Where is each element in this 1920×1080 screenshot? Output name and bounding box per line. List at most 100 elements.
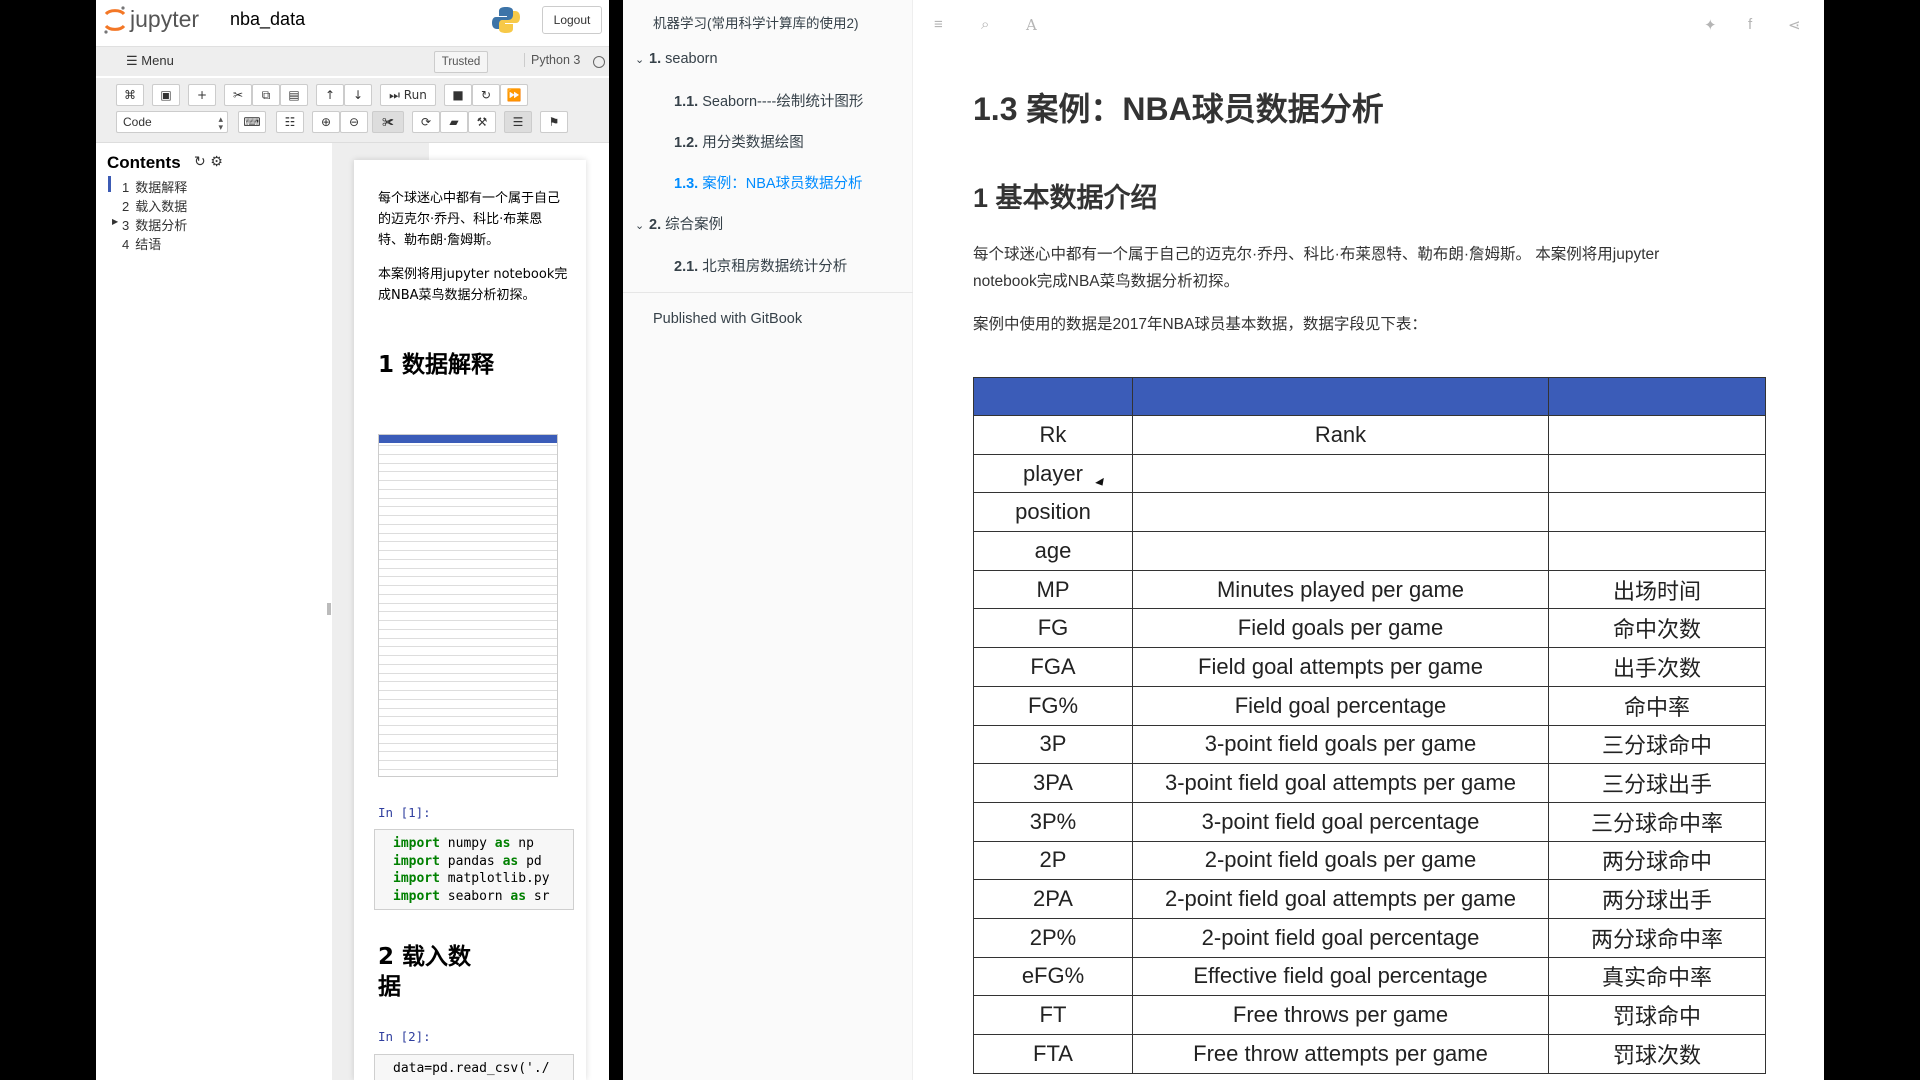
table-body: Rk Rank player position age MP Minutes played … bbox=[973, 415, 1766, 1074]
stop-icon[interactable]: ■ bbox=[444, 84, 472, 106]
table-cell: 三分球命中 bbox=[1548, 724, 1766, 765]
sidebar-item-1-2[interactable]: 1.2. 用分类数据绘图 bbox=[674, 131, 804, 152]
thumbnail-row-line bbox=[379, 663, 557, 665]
code-cell-2[interactable]: data=pd.read_csv('./ bbox=[374, 1054, 574, 1080]
thumbnail-row-line bbox=[379, 672, 557, 674]
chevron-down-icon[interactable]: ⌄ bbox=[635, 219, 649, 232]
code-cell-1[interactable]: import numpy as np import pandas as pd imp… bbox=[374, 829, 574, 910]
toggle-sidebar-icon[interactable]: ≡ bbox=[934, 16, 943, 33]
save-icon[interactable]: ▣ bbox=[152, 84, 180, 106]
hammer-icon[interactable]: ⚑ bbox=[540, 111, 568, 133]
table-cell: position bbox=[973, 492, 1133, 533]
thumbnail-row-line bbox=[379, 681, 557, 683]
jupyter-logo-icon[interactable] bbox=[102, 5, 128, 35]
run-button[interactable]: ⏭ Run bbox=[380, 84, 436, 106]
move-down-icon[interactable]: ↓ bbox=[344, 84, 372, 106]
cell-type-select[interactable]: Code ▴ ▾ bbox=[116, 111, 228, 133]
table-cell: Minutes played per game bbox=[1132, 569, 1549, 610]
toc-resize-handle[interactable] bbox=[327, 603, 331, 615]
command-palette-icon[interactable]: ⌘ bbox=[116, 84, 144, 106]
toc-item-4[interactable]: 4 结语 bbox=[122, 234, 161, 253]
table-cell: FG% bbox=[973, 685, 1133, 726]
keyboard-icon[interactable]: ⌨ bbox=[238, 111, 266, 133]
published-with-gitbook-link[interactable]: Published with GitBook bbox=[653, 311, 802, 327]
paste-icon[interactable]: ▤ bbox=[280, 84, 308, 106]
table-cell: 2-point field goals per game bbox=[1132, 840, 1549, 881]
table-cell: 真实命中率 bbox=[1548, 956, 1766, 997]
facebook-icon[interactable]: f bbox=[1748, 16, 1752, 33]
list-numbered-icon[interactable]: ☷ bbox=[276, 111, 304, 133]
toc-item-label: 结语 bbox=[135, 237, 162, 252]
restart-icon[interactable]: ↻ bbox=[472, 84, 500, 106]
move-up-icon[interactable]: ↑ bbox=[316, 84, 344, 106]
table-cell: eFG% bbox=[973, 956, 1133, 997]
toc-settings-icon[interactable]: ⚙ bbox=[210, 154, 223, 170]
jupyter-header: jupyter nba_data Logout bbox=[96, 0, 609, 42]
table-cell: 罚球次数 bbox=[1548, 1034, 1766, 1074]
menu-button[interactable]: ☰ Menu bbox=[126, 53, 174, 69]
zoom-in-icon[interactable]: ⊕ bbox=[312, 111, 340, 133]
table-cell: FG bbox=[973, 608, 1133, 649]
share-icon[interactable]: ⋖ bbox=[1788, 16, 1801, 34]
python-logo-icon bbox=[492, 7, 520, 33]
chevron-down-icon[interactable]: ⌄ bbox=[635, 53, 649, 66]
thumbnail-row-line bbox=[379, 585, 557, 586]
notebook-name[interactable]: nba_data bbox=[230, 9, 305, 30]
add-cell-icon[interactable]: + bbox=[188, 84, 216, 106]
sidebar-item-label: 用分类数据绘图 bbox=[702, 135, 804, 151]
font-settings-icon[interactable]: A bbox=[1026, 16, 1037, 34]
heading-line: 据 bbox=[378, 974, 401, 1000]
hamburger-icon: ☰ bbox=[126, 53, 138, 68]
twitter-icon[interactable]: ✦ bbox=[1704, 16, 1717, 34]
thumbnail-row-line bbox=[379, 453, 557, 455]
sidebar-item-1-3[interactable]: 1.3. 案例：NBA球员数据分析 bbox=[674, 172, 863, 193]
toc-refresh-icon[interactable]: ↻ bbox=[194, 154, 206, 170]
cut-icon[interactable]: ✂ bbox=[224, 84, 252, 106]
thumbnail-row-line bbox=[379, 576, 557, 578]
jupyter-window: jupyter nba_data Logout ☰ Menu Trusted P… bbox=[96, 0, 609, 1080]
toc-item-label: 数据分析 bbox=[135, 218, 188, 233]
page-title: 1.3 案例：NBA球员数据分析 bbox=[973, 91, 1384, 127]
logout-button[interactable]: Logout bbox=[542, 6, 602, 34]
toc-item-2[interactable]: 2 载入数据 bbox=[122, 196, 187, 215]
table-cell: 3-point field goal percentage bbox=[1132, 801, 1549, 842]
code-line: import seaborn as sr bbox=[393, 888, 550, 904]
thumbnail-row-line bbox=[379, 471, 557, 473]
fast-forward-icon[interactable]: ⏩ bbox=[500, 84, 528, 106]
thumbnail-row-line bbox=[379, 690, 557, 691]
thumbnail-row-line bbox=[379, 646, 557, 648]
table-cell: player bbox=[973, 453, 1133, 494]
scissors-toggle-icon[interactable]: ✀ bbox=[372, 111, 404, 133]
table-cell: Free throws per game bbox=[1132, 995, 1549, 1035]
table-cell: 两分球出手 bbox=[1548, 879, 1766, 919]
thumbnail-row-line bbox=[379, 497, 557, 499]
book-title-link[interactable]: 机器学习(常用科学计算库的使用2) bbox=[653, 12, 859, 32]
toc-toggle-icon[interactable]: ☰ bbox=[504, 111, 532, 133]
toc-item-1[interactable]: 1 数据解释 bbox=[122, 177, 187, 196]
gitbook-sidebar: 机器学习(常用科学计算库的使用2) ⌄ 1. seaborn 1.1. Seabo… bbox=[623, 0, 913, 1080]
toc-expand-icon[interactable]: ▶ bbox=[112, 217, 118, 226]
kernel-name[interactable]: Python 3 bbox=[524, 53, 580, 67]
book-icon[interactable]: ▰ bbox=[440, 111, 468, 133]
sidebar-item-1-1[interactable]: 1.1. Seaborn----绘制统计图形 bbox=[674, 90, 863, 111]
thumbnail-row-line bbox=[379, 628, 557, 630]
gitbook-content: ≡ ⌕ A ✦ f ⋖ 1.3 案例：NBA球员数据分析 1 基本数据介绍 每个… bbox=[913, 0, 1824, 1080]
refresh-icon[interactable]: ⟳ bbox=[412, 111, 440, 133]
sidebar-item-2-1[interactable]: 2.1. 北京租房数据统计分析 bbox=[674, 255, 847, 276]
copy-icon[interactable]: ⧉ bbox=[252, 84, 280, 106]
table-cell: 3PA bbox=[973, 763, 1133, 803]
trusted-indicator[interactable]: Trusted bbox=[434, 51, 488, 73]
table-cell: 3P bbox=[973, 724, 1133, 765]
jupyter-brand: jupyter bbox=[130, 6, 200, 32]
table-cell bbox=[1548, 531, 1766, 571]
select-caret-icon: ▴ ▾ bbox=[218, 114, 223, 132]
search-icon[interactable]: ⌕ bbox=[981, 16, 989, 33]
wrench-icon[interactable]: ⚒ bbox=[468, 111, 496, 133]
zoom-out-icon[interactable]: ⊖ bbox=[340, 111, 368, 133]
sidebar-item-seaborn[interactable]: ⌄ 1. seaborn bbox=[635, 51, 718, 67]
code-line: data=pd.read_csv('./ bbox=[393, 1061, 550, 1076]
menubar: ☰ Menu Trusted Python 3 bbox=[96, 46, 609, 76]
table-row: FT Free throws per game 罚球命中 bbox=[973, 995, 1766, 1035]
toc-item-3[interactable]: 3 数据分析 bbox=[122, 215, 187, 234]
sidebar-item-comprehensive[interactable]: ⌄ 2. 综合案例 bbox=[635, 213, 723, 234]
